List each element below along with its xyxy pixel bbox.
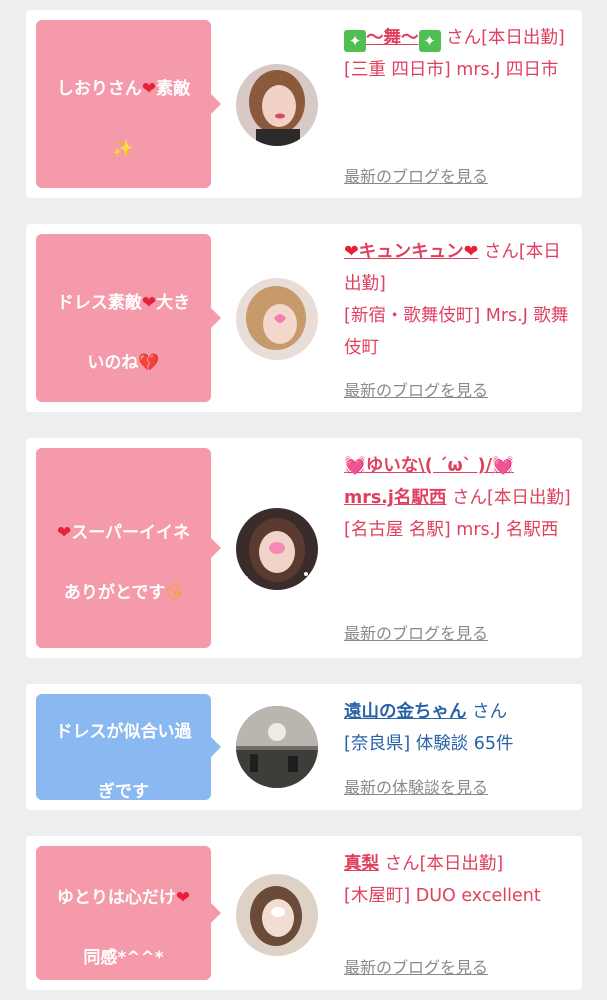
broken-heart-icon: 💔 [138, 353, 160, 373]
status-text: さん[本日出勤] [446, 28, 565, 48]
girl-name-link[interactable]: ✦ 〜舞〜 ✦ [344, 28, 441, 52]
list-item: しおりさん❤素敵 ✨ ✦ 〜舞〜 ✦ さん[本日出勤] [三重 四日市] mrs.J… [26, 10, 582, 198]
review-list: しおりさん❤素敵 ✨ ✦ 〜舞〜 ✦ さん[本日出勤] [三重 四日市] mrs.J… [0, 0, 607, 1000]
comment-text: ❤スーパーイイネ ありがとです😘 [56, 523, 191, 603]
comment-text: ドレス素敵❤大き いのね💔 [56, 293, 191, 373]
comment-bubble: ドレス素敵❤大き いのね💔 [36, 234, 221, 402]
heart-icon: ❤ [175, 888, 191, 908]
comment-text: しおりさん❤素敵 ✨ [56, 79, 191, 159]
comment-text: ドレスが似合い過 ぎです [55, 722, 192, 802]
honorific-text: さん [472, 702, 508, 722]
heart-icon: ❤ [141, 79, 157, 99]
shop-info: [木屋町] DUO excellent [344, 886, 541, 906]
status-text: さん[本日出勤] [384, 854, 504, 874]
list-item: ドレスが似合い過 ぎです 遠山の金ちゃん さん [奈良県] 体験談 65件 最新… [26, 684, 582, 810]
latest-review-link[interactable]: 最新の体験談を見る [344, 774, 488, 798]
card-info: 遠山の金ちゃん さん [奈良県] 体験談 65件 [344, 696, 572, 760]
comment-bubble: ドレスが似合い過 ぎです [36, 694, 221, 802]
list-item: ❤スーパーイイネ ありがとです😘 💓ゆいな\( ´ω` )/💓 mrs.j名駅西 … [26, 438, 582, 658]
user-name-link[interactable]: 遠山の金ちゃん [344, 702, 467, 722]
latest-blog-link[interactable]: 最新のブログを見る [344, 377, 488, 401]
card-info: 💓ゆいな\( ´ω` )/💓 mrs.j名駅西 さん[本日出勤] [名古屋 名駅]… [344, 450, 572, 546]
status-text: さん[本日出勤] [452, 488, 571, 508]
list-item: ドレス素敵❤大き いのね💔 ❤キュンキュン❤ さん[本日出勤] [新宿・歌舞伎町… [26, 224, 582, 412]
heart-icon: ❤ [463, 242, 479, 262]
card-info: ❤キュンキュン❤ さん[本日出勤] [新宿・歌舞伎町] Mrs.J 歌舞伎町 [344, 236, 572, 364]
latest-blog-link[interactable]: 最新のブログを見る [344, 620, 488, 644]
avatar[interactable] [236, 874, 318, 956]
comment-bubble: ❤スーパーイイネ ありがとです😘 [36, 448, 221, 648]
latest-blog-link[interactable]: 最新のブログを見る [344, 954, 488, 978]
avatar[interactable] [236, 706, 318, 788]
green-sparkle-icon: ✦ [418, 30, 441, 52]
list-item: ゆとりは心だけ❤ 同感*^^* 真梨 さん[本日出勤] [木屋町] DUO ex… [26, 836, 582, 990]
card-info: 真梨 さん[本日出勤] [木屋町] DUO excellent [344, 848, 572, 912]
user-info: [奈良県] 体験談 65件 [344, 734, 514, 754]
girl-name-link[interactable]: 真梨 [344, 854, 379, 874]
sparkle-icon: ✨ [112, 139, 135, 159]
avatar[interactable] [236, 508, 318, 590]
shop-info: [三重 四日市] mrs.J 四日市 [344, 60, 559, 80]
card-info: ✦ 〜舞〜 ✦ さん[本日出勤] [三重 四日市] mrs.J 四日市 [344, 22, 572, 86]
avatar[interactable] [236, 64, 318, 146]
shop-info: [新宿・歌舞伎町] Mrs.J 歌舞伎町 [344, 306, 569, 358]
shop-info: [名古屋 名駅] mrs.J 名駅西 [344, 520, 559, 540]
green-sparkle-icon: ✦ [344, 30, 366, 52]
heart-icon: ❤ [141, 293, 157, 313]
pink-heart-icon: 💓 [344, 456, 366, 476]
pink-heart-icon: 💓 [491, 456, 514, 476]
heart-icon: ❤ [344, 242, 359, 262]
girl-name-link[interactable]: ❤キュンキュン❤ [344, 242, 478, 262]
comment-text: ゆとりは心だけ❤ 同感*^^* [56, 888, 191, 968]
comment-bubble: ゆとりは心だけ❤ 同感*^^* [36, 846, 221, 980]
latest-blog-link[interactable]: 最新のブログを見る [344, 163, 488, 187]
heart-icon: ❤ [56, 523, 72, 543]
comment-bubble: しおりさん❤素敵 ✨ [36, 20, 221, 188]
avatar[interactable] [236, 278, 318, 360]
kiss-face-icon: 😘 [165, 583, 184, 603]
